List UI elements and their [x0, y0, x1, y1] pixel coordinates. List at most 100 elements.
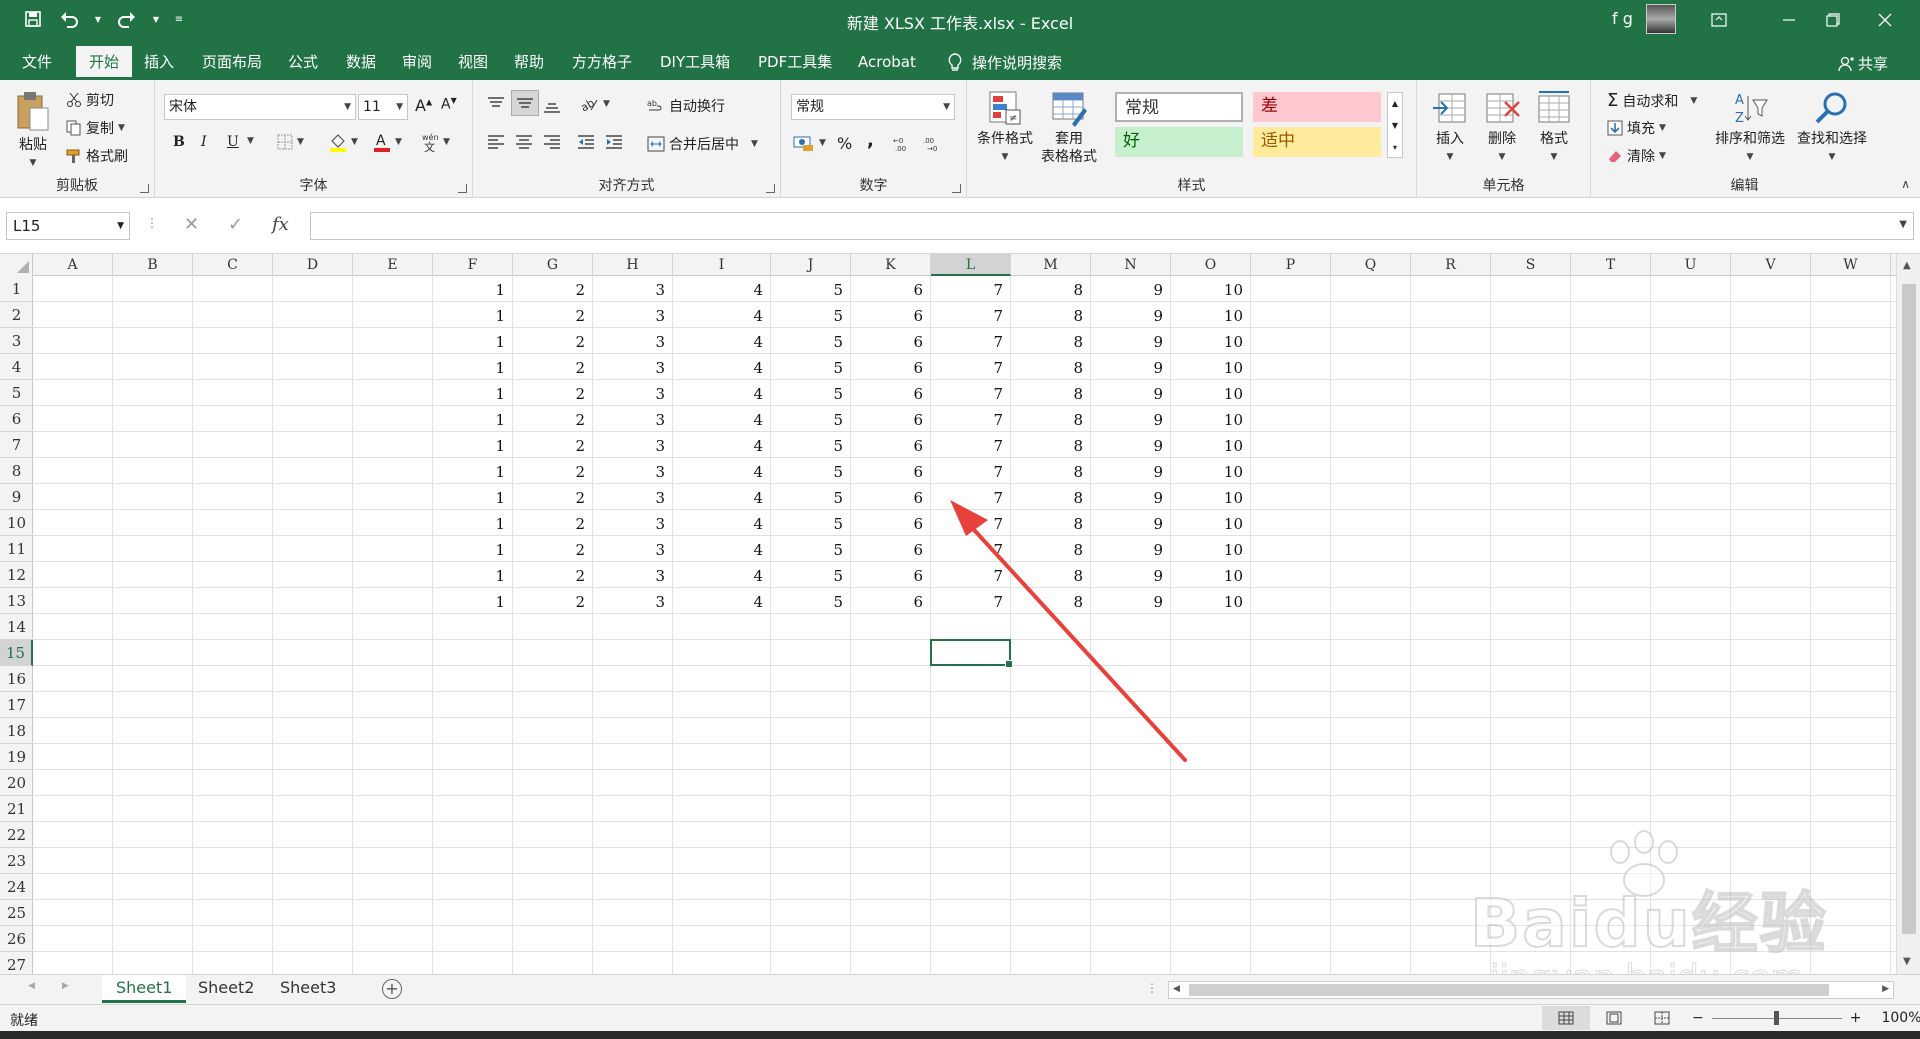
cell[interactable]: 1 [433, 484, 513, 510]
cell[interactable]: 9 [1091, 484, 1171, 510]
cell[interactable]: 6 [851, 354, 931, 380]
tab-ffgz[interactable]: 方方格子 [566, 46, 638, 80]
cell[interactable]: 2 [513, 458, 593, 484]
chevron-down-icon[interactable]: ▼ [152, 8, 160, 30]
cell[interactable]: 8 [1011, 458, 1091, 484]
page-break-view-button[interactable] [1638, 1006, 1686, 1030]
horizontal-scroll-thumb[interactable] [1189, 984, 1829, 996]
cell[interactable]: 9 [1091, 510, 1171, 536]
cell[interactable]: 3 [593, 380, 673, 406]
cell[interactable]: 7 [931, 458, 1011, 484]
tab-diy-toolbox[interactable]: DIY工具箱 [654, 46, 736, 80]
column-header[interactable]: C [193, 254, 273, 276]
increase-font-button[interactable]: A▲ [415, 96, 432, 115]
cell[interactable]: 8 [1011, 432, 1091, 458]
column-header[interactable]: Q [1331, 254, 1411, 276]
cell[interactable]: 6 [851, 588, 931, 614]
cell[interactable]: 3 [593, 588, 673, 614]
cell[interactable]: 4 [673, 562, 771, 588]
close-button[interactable] [1862, 0, 1908, 40]
cell[interactable]: 7 [931, 432, 1011, 458]
style-good[interactable]: 好 [1115, 127, 1243, 157]
column-header[interactable]: U [1651, 254, 1731, 276]
cell[interactable]: 2 [513, 276, 593, 302]
row-header[interactable]: 20 [0, 770, 33, 796]
align-middle-button[interactable] [511, 90, 539, 116]
cancel-entry-button[interactable]: ✕ [184, 214, 199, 235]
cell[interactable]: 10 [1171, 276, 1251, 302]
row-header[interactable]: 16 [0, 666, 33, 692]
collapse-ribbon-icon[interactable]: ∧ [1901, 177, 1910, 191]
fill-button[interactable]: 填充 ▼ [1607, 118, 1666, 138]
cell[interactable]: 7 [931, 484, 1011, 510]
bold-button[interactable]: B [173, 134, 185, 150]
cell[interactable]: 1 [433, 562, 513, 588]
decrease-font-button[interactable]: A▼ [441, 96, 457, 113]
cell[interactable]: 1 [433, 380, 513, 406]
cell[interactable]: 4 [673, 588, 771, 614]
tab-view[interactable]: 视图 [452, 46, 494, 80]
decrease-decimal-icon[interactable]: .00 →0 [923, 136, 943, 152]
column-header[interactable]: H [593, 254, 673, 276]
row-header[interactable]: 9 [0, 484, 33, 510]
column-header[interactable]: M [1011, 254, 1091, 276]
cell[interactable]: 2 [513, 406, 593, 432]
save-icon[interactable] [22, 8, 44, 30]
scroll-right-sheets-icon[interactable]: ▶ [62, 981, 69, 991]
wrap-text-button[interactable]: ab 自动换行 [647, 96, 725, 116]
comma-style-button[interactable]: , [867, 130, 874, 151]
zoom-slider[interactable] [1711, 1010, 1842, 1025]
column-header[interactable]: N [1091, 254, 1171, 276]
column-header[interactable]: O [1171, 254, 1251, 276]
row-header[interactable]: 11 [0, 536, 33, 562]
cell[interactable]: 2 [513, 302, 593, 328]
zoom-out-icon[interactable]: − [1692, 1010, 1704, 1026]
column-header[interactable]: D [273, 254, 353, 276]
delete-cells-button[interactable]: 删除 ▼ [1483, 90, 1521, 166]
underline-button[interactable]: U [227, 134, 239, 150]
decrease-indent-button[interactable] [577, 134, 595, 150]
cell[interactable]: 4 [673, 328, 771, 354]
tab-acrobat[interactable]: Acrobat [852, 46, 922, 80]
cell[interactable]: 10 [1171, 380, 1251, 406]
column-header[interactable]: J [771, 254, 851, 276]
row-header[interactable]: 21 [0, 796, 33, 822]
cell[interactable]: 1 [433, 458, 513, 484]
confirm-entry-button[interactable]: ✓ [228, 214, 243, 235]
cell[interactable]: 9 [1091, 328, 1171, 354]
row-header[interactable]: 24 [0, 874, 33, 900]
cell[interactable]: 9 [1091, 458, 1171, 484]
tab-formulas[interactable]: 公式 [282, 46, 324, 80]
cell[interactable]: 5 [771, 510, 851, 536]
cell[interactable]: 6 [851, 406, 931, 432]
align-left-button[interactable] [487, 134, 505, 150]
row-header[interactable]: 12 [0, 562, 33, 588]
align-center-button[interactable] [515, 134, 533, 150]
cell[interactable]: 4 [673, 406, 771, 432]
cell[interactable]: 4 [673, 354, 771, 380]
row-header[interactable]: 23 [0, 848, 33, 874]
cell[interactable]: 5 [771, 536, 851, 562]
scroll-right-icon[interactable]: ▶ [1882, 984, 1889, 994]
tab-home[interactable]: 开始 [76, 46, 132, 80]
cell[interactable]: 2 [513, 328, 593, 354]
cell[interactable]: 8 [1011, 510, 1091, 536]
styles-gallery-scroll[interactable]: ▲ ▼ ▾ [1387, 92, 1403, 158]
cut-button[interactable]: 剪切 [66, 90, 114, 110]
cell[interactable]: 5 [771, 406, 851, 432]
cell[interactable]: 5 [771, 380, 851, 406]
phonetic-button[interactable]: wén 文 ▼ [421, 132, 450, 152]
row-header[interactable]: 5 [0, 380, 33, 406]
cell[interactable]: 1 [433, 510, 513, 536]
dialog-launcher-icon[interactable] [458, 184, 467, 193]
cell[interactable]: 10 [1171, 432, 1251, 458]
italic-button[interactable]: I [201, 134, 207, 150]
column-header[interactable]: P [1251, 254, 1331, 276]
paste-button[interactable]: 粘贴 ▼ [14, 90, 52, 172]
cell[interactable]: 6 [851, 510, 931, 536]
cell[interactable]: 7 [931, 276, 1011, 302]
cell[interactable]: 5 [771, 484, 851, 510]
sheet-tab-sheet2[interactable]: Sheet2 [184, 975, 268, 1003]
row-header[interactable]: 7 [0, 432, 33, 458]
column-header[interactable]: V [1731, 254, 1811, 276]
